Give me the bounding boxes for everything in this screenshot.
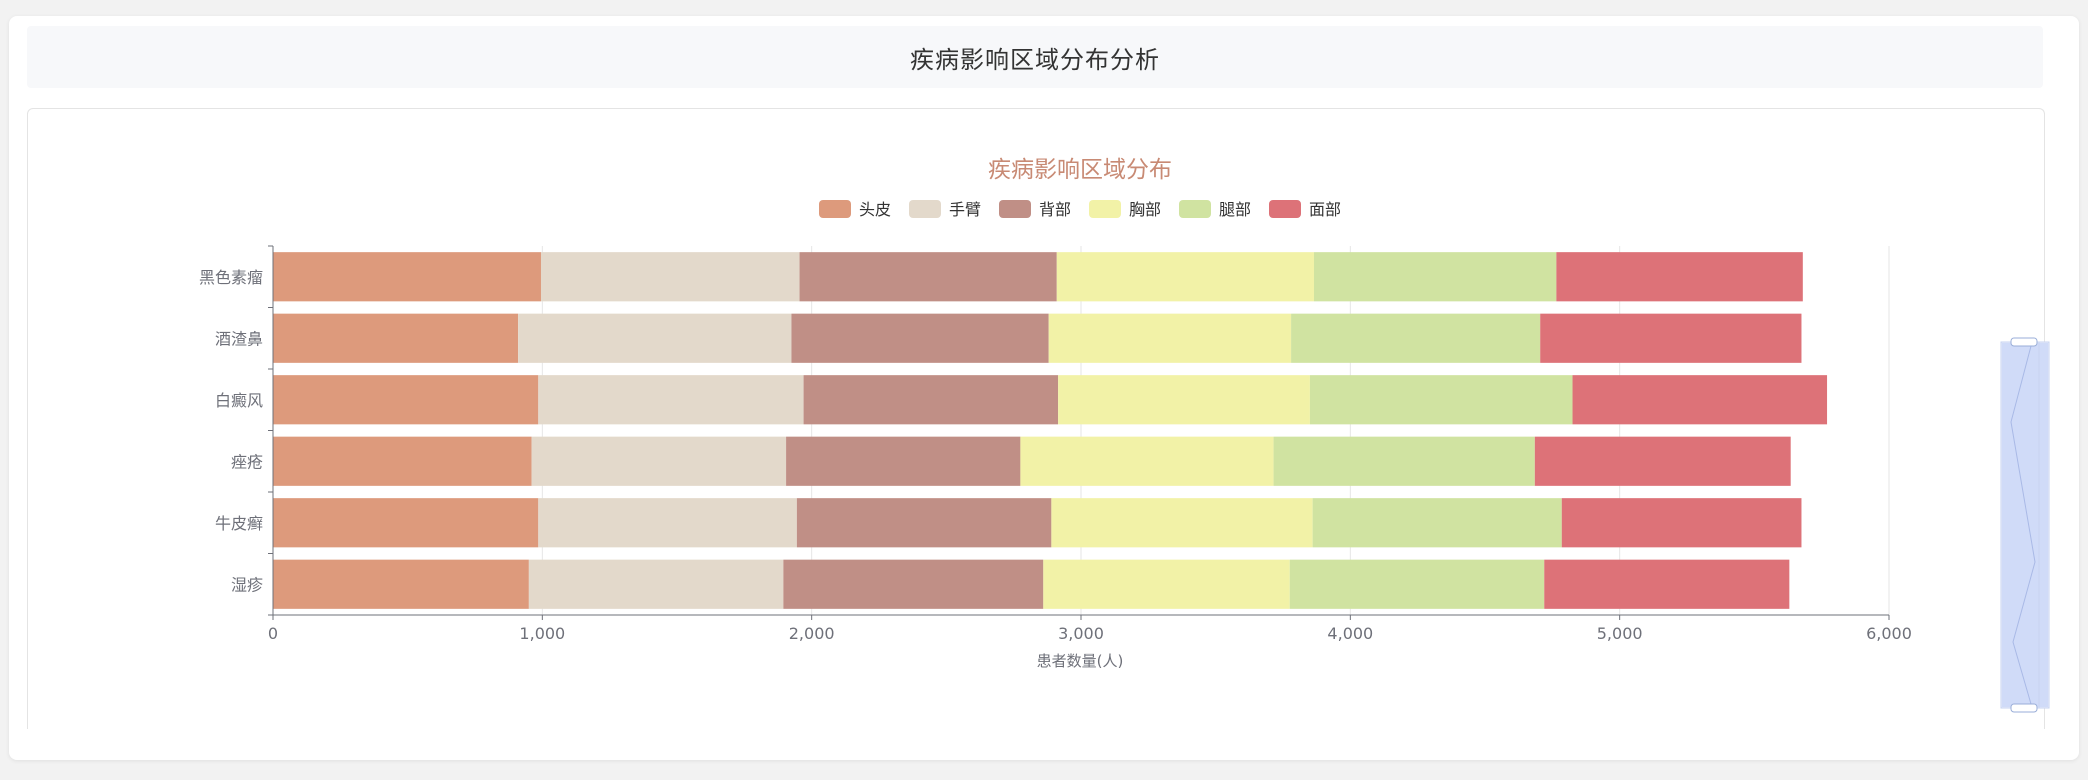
legend-item[interactable]: 面部 — [1269, 200, 1341, 219]
stacked-bar-chart: 疾病影响区域分布 头皮 手臂 背部 胸部 腿部 面部 湿疹牛皮癣痤疮白癜风酒渣鼻黑色素瘤 … — [199, 157, 2050, 713]
legend-item[interactable]: 头皮 — [819, 200, 891, 219]
x-tick-label: 4,000 — [1327, 624, 1373, 643]
bar-segment[interactable] — [1273, 436, 1535, 486]
legend-swatch — [1269, 200, 1301, 218]
y-tick-label: 酒渣鼻 — [215, 329, 263, 348]
bar-segment[interactable] — [1561, 498, 1802, 548]
y-tick-label: 湿疹 — [231, 575, 263, 594]
y-tick-label: 牛皮癣 — [215, 514, 263, 533]
x-axis-label: 患者数量(人) — [1037, 652, 1124, 670]
bar-segment[interactable] — [538, 375, 804, 425]
bar-segment[interactable] — [273, 313, 519, 363]
y-tick-label: 痤疮 — [231, 452, 263, 471]
bar-segment[interactable] — [1291, 313, 1541, 363]
x-tick-label: 0 — [268, 624, 278, 643]
bar-segment[interactable] — [518, 313, 792, 363]
legend-label: 胸部 — [1129, 200, 1161, 219]
bar-series — [273, 252, 1828, 609]
bar-segment[interactable] — [796, 498, 1052, 548]
bar-segment[interactable] — [799, 252, 1057, 302]
chart-title: 疾病影响区域分布 — [988, 157, 1172, 183]
bar-segment[interactable] — [1056, 252, 1314, 302]
bar-segment[interactable] — [1572, 375, 1828, 425]
bar-segment[interactable] — [1556, 252, 1803, 302]
zoom-handle-top[interactable] — [2010, 337, 2038, 347]
y-tick-label: 白癜风 — [215, 391, 263, 410]
bar-segment[interactable] — [1020, 436, 1274, 486]
legend-item[interactable]: 胸部 — [1089, 200, 1161, 219]
legend-item[interactable]: 手臂 — [909, 200, 981, 219]
x-tick-label: 6,000 — [1866, 624, 1912, 643]
bar-segment[interactable] — [1309, 375, 1573, 425]
bar-segment[interactable] — [1289, 559, 1545, 609]
x-tick-label: 3,000 — [1058, 624, 1104, 643]
x-tick-label: 2,000 — [789, 624, 835, 643]
bar-segment[interactable] — [273, 375, 539, 425]
y-tick-label: 黑色素瘤 — [199, 268, 263, 287]
zoom-handle-bottom[interactable] — [2010, 703, 2038, 713]
legend-label: 背部 — [1039, 200, 1071, 219]
bar-segment[interactable] — [273, 252, 541, 302]
bar-segment[interactable] — [1043, 559, 1290, 609]
zoom-selection[interactable] — [2002, 343, 2048, 707]
legend-label: 手臂 — [949, 200, 981, 219]
bar-segment[interactable] — [1312, 498, 1562, 548]
bar-segment[interactable] — [1058, 375, 1310, 425]
legend-item[interactable]: 腿部 — [1179, 200, 1251, 219]
bar-segment[interactable] — [786, 436, 1021, 486]
legend-swatch — [1179, 200, 1211, 218]
legend-swatch — [999, 200, 1031, 218]
bar-segment[interactable] — [1544, 559, 1790, 609]
bar-segment[interactable] — [273, 498, 539, 548]
x-axis: 0 1,000 2,000 3,000 4,000 5,000 6,000 — [268, 614, 1912, 643]
legend-label: 头皮 — [859, 200, 891, 219]
bar-segment[interactable] — [1540, 313, 1802, 363]
legend-item[interactable]: 背部 — [999, 200, 1071, 219]
bar-segment[interactable] — [1534, 436, 1791, 486]
chart-legend: 头皮 手臂 背部 胸部 腿部 面部 — [819, 200, 1341, 219]
x-tick-label: 5,000 — [1597, 624, 1643, 643]
bar-segment[interactable] — [273, 559, 529, 609]
y-axis: 湿疹 牛皮癣 痤疮 白癜风 酒渣鼻 黑色素瘤 — [199, 245, 274, 616]
legend-swatch — [819, 200, 851, 218]
bar-segment[interactable] — [1051, 498, 1313, 548]
x-tick-label: 1,000 — [519, 624, 565, 643]
bar-segment[interactable] — [783, 559, 1044, 609]
bar-segment[interactable] — [528, 559, 784, 609]
legend-label: 腿部 — [1219, 200, 1251, 219]
bar-segment[interactable] — [273, 436, 532, 486]
bar-segment[interactable] — [538, 498, 797, 548]
data-zoom-slider[interactable] — [2000, 337, 2050, 713]
bar-segment[interactable] — [803, 375, 1059, 425]
bar-segment[interactable] — [1048, 313, 1292, 363]
bar-segment[interactable] — [1313, 252, 1557, 302]
bar-segment[interactable] — [531, 436, 787, 486]
legend-swatch — [909, 200, 941, 218]
legend-label: 面部 — [1309, 200, 1341, 219]
bar-segment[interactable] — [791, 313, 1049, 363]
bar-segment[interactable] — [540, 252, 800, 302]
legend-swatch — [1089, 200, 1121, 218]
